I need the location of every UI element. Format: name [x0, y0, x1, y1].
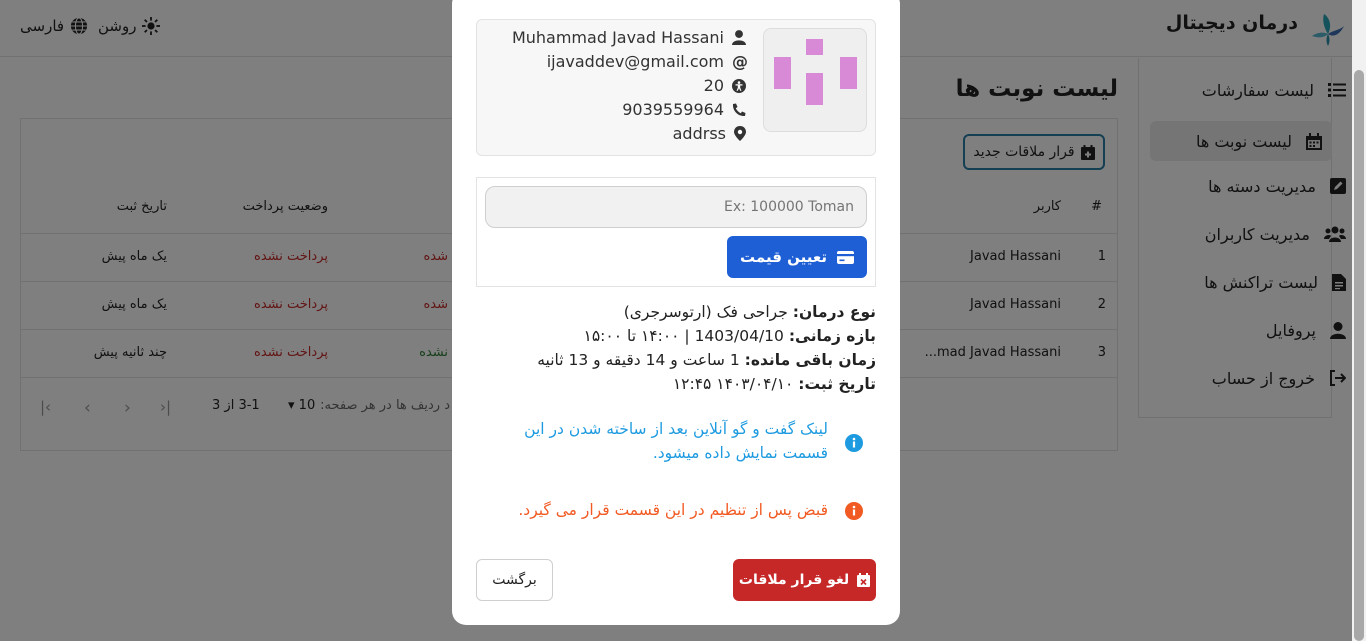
location-icon: [734, 126, 746, 141]
created-date-label: تاریخ ثبت:: [798, 375, 876, 393]
treatment-type-value: جراحی فک (ارتوسرجری): [623, 303, 788, 321]
set-price-button[interactable]: تعیین قیمت: [727, 236, 867, 278]
remaining-time-value: 1 ساعت و 14 دقیقه و 13 ثانیه: [537, 351, 740, 369]
treatment-type: نوع درمان: جراحی فک (ارتوسرجری): [624, 303, 876, 321]
info-icon: [845, 434, 863, 452]
chat-link-note-line-2: قسمت نمایش داده میشود.: [652, 444, 828, 462]
back-button[interactable]: برگشت: [476, 559, 553, 601]
user-icon: [732, 30, 746, 45]
chat-link-note: لینک گفت و گو آنلاین بعد از ساخته شدن در…: [524, 417, 828, 465]
credit-card-icon: [836, 250, 854, 264]
cancel-appointment-label: لغو قرار ملاقات: [738, 572, 850, 588]
time-range: بازه زمانی: 1403/04/10 | ۱۴:۰۰ تا ۱۵:۰۰: [584, 327, 876, 345]
profile-phone-row: 9039559964: [622, 100, 746, 119]
profile-name: Muhammad Javad Hassani: [511, 28, 724, 47]
remaining-time: زمان باقی مانده: 1 ساعت و 14 دقیقه و 13 …: [537, 351, 876, 369]
chat-link-note-line-1: لینک گفت و گو آنلاین بعد از ساخته شدن در…: [524, 420, 828, 438]
receipt-note: قبض پس از تنظیم در این قسمت قرار می گیرد…: [518, 501, 828, 519]
avatar-pattern: [774, 39, 857, 105]
profile-email-row: ijavaddev@gmail.com @: [546, 52, 748, 71]
created-date-value: ۱۴۰۳/۰۴/۱۰ ۱۲:۴۵: [672, 375, 794, 393]
set-price-label: تعیین قیمت: [740, 248, 827, 266]
remaining-time-label: زمان باقی مانده:: [744, 351, 876, 369]
at-icon: @: [732, 52, 748, 71]
calendar-x-icon: [857, 573, 871, 587]
accessibility-icon: [732, 78, 746, 93]
profile-age-row: 20: [704, 76, 746, 95]
profile-phone: 9039559964: [622, 100, 724, 119]
phone-icon: [732, 103, 746, 116]
time-range-label: بازه زمانی:: [788, 327, 876, 345]
time-range-value: 1403/04/10 | ۱۴:۰۰ تا ۱۵:۰۰: [583, 327, 784, 345]
cancel-appointment-button[interactable]: لغو قرار ملاقات: [733, 559, 876, 601]
profile-address: addrss: [672, 124, 726, 143]
treatment-type-label: نوع درمان:: [792, 303, 876, 321]
warning-icon: [845, 502, 863, 520]
scrollbar-thumb[interactable]: [1354, 70, 1364, 641]
price-input[interactable]: [485, 186, 867, 228]
profile-age: 20: [703, 76, 724, 95]
profile-email: ijavaddev@gmail.com: [546, 52, 724, 71]
profile-name-row: Muhammad Javad Hassani: [512, 28, 746, 47]
created-date: تاریخ ثبت: ۱۴۰۳/۰۴/۱۰ ۱۲:۴۵: [673, 375, 876, 393]
avatar: [763, 28, 867, 132]
profile-address-row: addrss: [673, 124, 746, 143]
